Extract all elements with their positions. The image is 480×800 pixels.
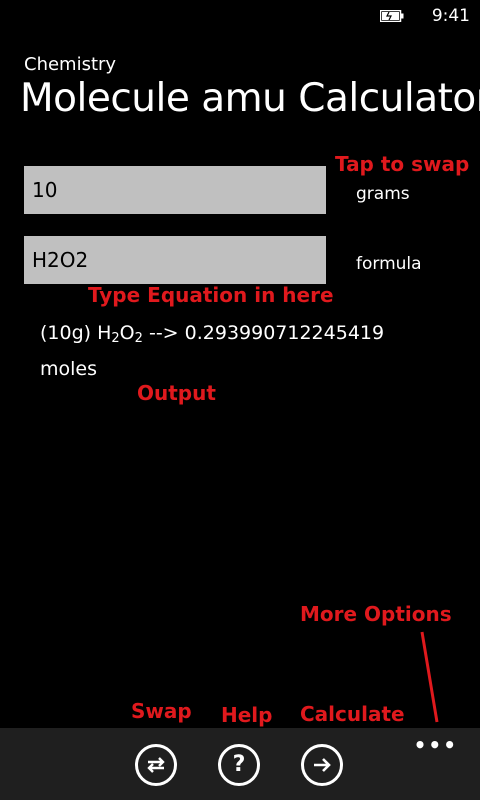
help-icon: ? (232, 752, 246, 777)
annotation-type-equation: Type Equation in here (88, 283, 334, 307)
annotation-tap-to-swap: Tap to swap (335, 152, 470, 176)
formula-unit-label: formula (356, 254, 422, 274)
result-prefix: (10g) H (40, 322, 112, 344)
result-sub-2: 2 (134, 331, 143, 346)
annotation-output: Output (137, 381, 216, 405)
help-button[interactable]: ? (218, 744, 260, 786)
swap-icon (147, 757, 165, 773)
annotation-help: Help (221, 703, 273, 727)
arrow-right-icon (314, 758, 331, 772)
annotation-calculate: Calculate (300, 702, 405, 726)
result-mid: O (119, 322, 135, 344)
page-title: Molecule amu Calculator (20, 76, 480, 121)
status-time: 9:41 (431, 6, 470, 26)
amount-unit-label[interactable]: grams (356, 184, 410, 204)
amount-input[interactable] (24, 166, 326, 214)
result-sub-1: 2 (111, 331, 120, 346)
formula-input[interactable] (24, 236, 326, 284)
more-options-icon[interactable]: ••• (414, 733, 458, 757)
calculate-button[interactable] (301, 744, 343, 786)
annotation-swap: Swap (131, 699, 192, 723)
application-bar: ? ••• (0, 728, 480, 800)
swap-button[interactable] (135, 744, 177, 786)
annotation-arrow-line (420, 631, 439, 723)
annotation-more-options: More Options (300, 602, 452, 626)
battery-charging-icon (380, 10, 404, 22)
result-output: (10g) H2O2 --> 0.293990712245419 moles (40, 318, 440, 384)
app-name: Chemistry (24, 54, 117, 75)
